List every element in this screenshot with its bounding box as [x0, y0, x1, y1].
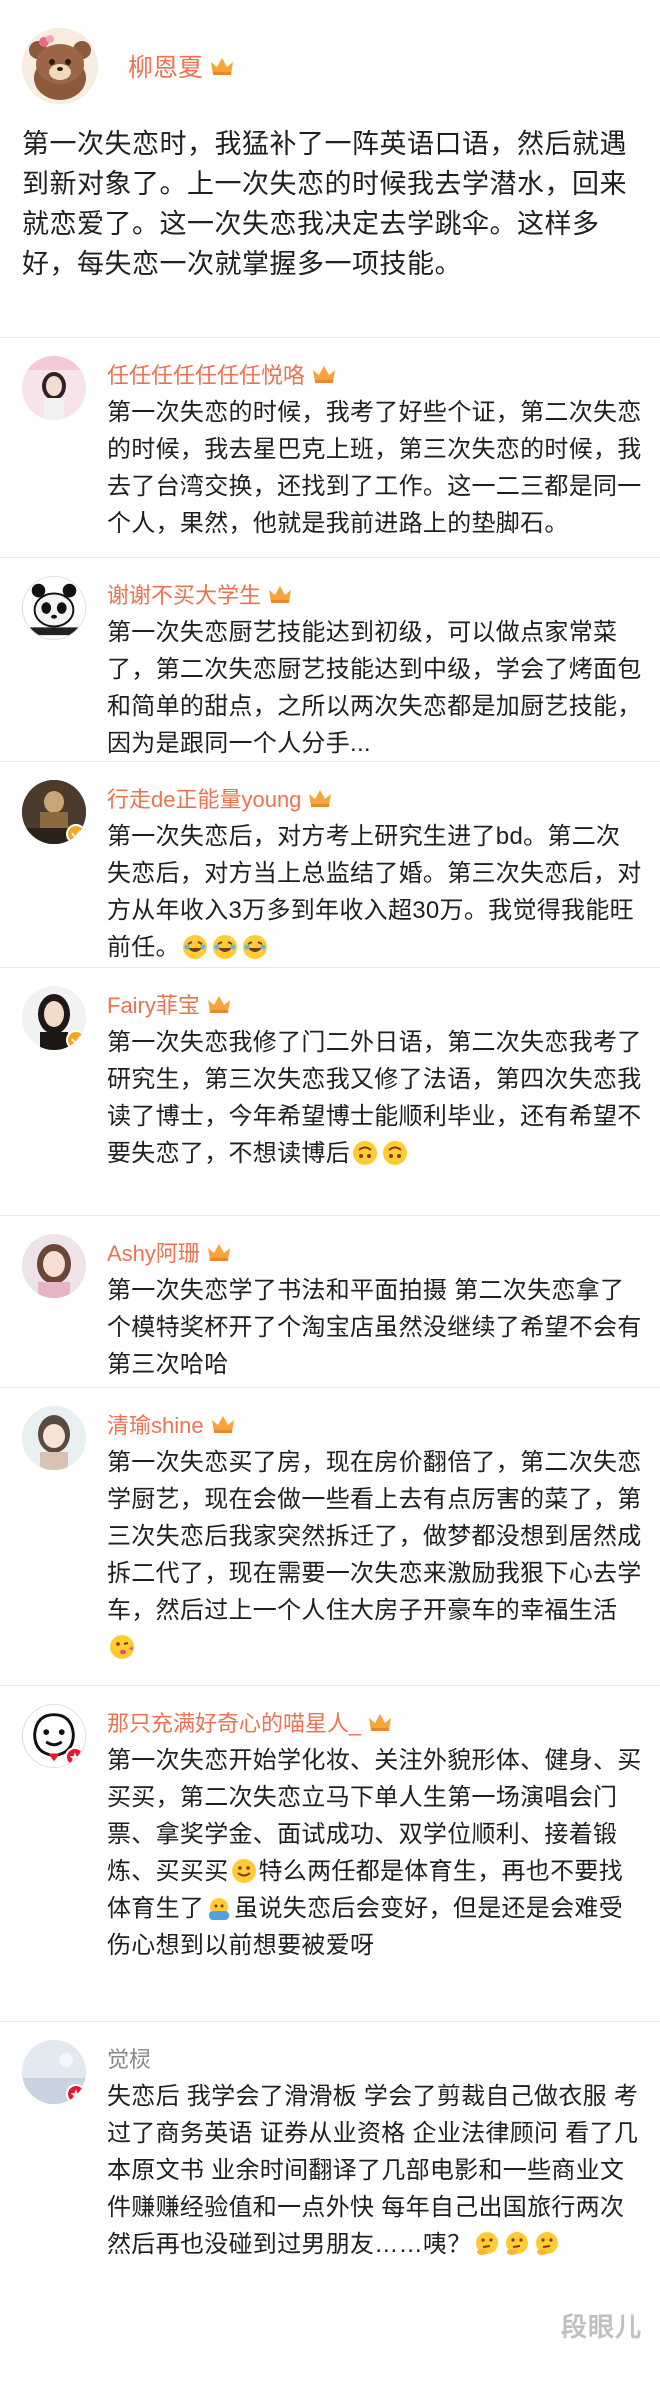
bear-avatar-icon — [22, 28, 98, 104]
comment-text: 第一次失恋学了书法和平面拍摄 第二次失恋拿了个模特奖杯开了个淘宝店虽然没继续了希… — [107, 1277, 642, 1378]
comment-username[interactable]: Fairy菲宝 — [107, 968, 642, 1022]
thinking-face-emoji-icon — [534, 2231, 560, 2257]
comment-username-text[interactable]: 觉棂 — [107, 2042, 151, 2074]
main-post: 柳恩夏 第一次失恋时，我猛补了一阵英语口语，然后就遇到新对象了。上一次失恋的时候… — [0, 0, 660, 338]
post-body: 第一次失恋时，我猛补了一阵英语口语，然后就遇到新对象了。上一次失恋的时候我去学潜… — [22, 129, 627, 279]
post-header: 柳恩夏 — [22, 16, 640, 116]
watermark: 段眼儿 — [560, 2312, 642, 2342]
comment-username[interactable]: 行走de正能量young — [107, 762, 642, 816]
comment-text: 第一次失恋厨艺技能达到初级，可以做点家常菜了，第二次失恋厨艺技能达到中级，学会了… — [107, 619, 642, 757]
verified-badge-icon — [66, 824, 86, 844]
comment-username-text[interactable]: Ashy阿珊 — [107, 1236, 200, 1268]
avatar[interactable] — [22, 1704, 86, 1768]
verified-badge-icon — [65, 1747, 85, 1767]
member-crown-icon — [367, 1711, 393, 1733]
thinking-face-emoji-icon — [504, 2231, 530, 2257]
comment-username-text[interactable]: 任任任任任任任悦咯 — [107, 358, 305, 390]
girl-avatar-icon — [22, 1234, 86, 1298]
weibo-comment-thread: 柳恩夏 第一次失恋时，我猛补了一阵英语口语，然后就遇到新对象了。上一次失恋的时候… — [0, 0, 660, 2390]
avatar[interactable] — [22, 986, 86, 1050]
girl-avatar-icon — [22, 356, 86, 420]
post-username[interactable]: 柳恩夏 — [128, 48, 235, 84]
member-crown-icon — [206, 993, 232, 1015]
comment-username[interactable]: 那只充满好奇心的喵星人_ — [107, 1686, 642, 1740]
illustrated-girl-avatar-icon — [22, 1406, 86, 1470]
member-crown-icon — [206, 1241, 232, 1263]
comment-item: Ashy阿珊 第一次失恋学了书法和平面拍摄 第二次失恋拿了个模特奖杯开了个淘宝店… — [0, 1216, 660, 1388]
avatar[interactable] — [22, 1406, 86, 1470]
post-username-text[interactable]: 柳恩夏 — [128, 48, 203, 84]
member-crown-icon — [210, 1413, 236, 1435]
comment-username-text[interactable]: Fairy菲宝 — [107, 988, 200, 1020]
avatar[interactable] — [22, 1234, 86, 1298]
comment-text: 第一次失恋我修了门二外日语，第二次失恋我考了研究生，第三次失恋我又修了法语，第四… — [107, 1024, 642, 1172]
comment-username[interactable]: 谢谢不买大学生 — [107, 558, 642, 612]
laughing-tears-emoji-icon — [182, 934, 208, 960]
upside-down-face-emoji-icon — [382, 1140, 408, 1166]
avatar[interactable] — [22, 780, 86, 844]
member-crown-icon — [209, 55, 235, 77]
laughing-tears-emoji-icon — [242, 934, 268, 960]
comment-username-text[interactable]: 谢谢不买大学生 — [107, 578, 261, 610]
comment-item: 谢谢不买大学生 第一次失恋厨艺技能达到初级，可以做点家常菜了，第二次失恋厨艺技能… — [0, 558, 660, 762]
verified-badge-icon — [66, 2084, 86, 2104]
smile-emoji-icon — [231, 1858, 257, 1884]
upside-down-face-emoji-icon — [352, 1140, 378, 1166]
comment-item: Fairy菲宝 第一次失恋我修了门二外日语，第二次失恋我考了研究生，第三次失恋我… — [0, 968, 660, 1216]
comment-username-text[interactable]: 清瑜shine — [107, 1408, 204, 1440]
comment-text: 失恋后 我学会了滑滑板 学会了剪裁自己做衣服 考过了商务英语 证券从业资格 企业… — [107, 2078, 642, 2263]
verified-badge-icon — [66, 1030, 86, 1050]
comment-text-body: 第一次失恋买了房，现在房价翻倍了，第二次失恋学厨艺，现在会做一些看上去有点厉害的… — [107, 1449, 642, 1624]
laughing-tears-emoji-icon — [212, 934, 238, 960]
comment-username-text[interactable]: 行走de正能量young — [107, 782, 301, 814]
comment-item: 觉棂 失恋后 我学会了滑滑板 学会了剪裁自己做衣服 考过了商务英语 证券从业资格… — [0, 2022, 660, 2358]
comment-username[interactable]: 任任任任任任任悦咯 — [107, 338, 642, 392]
comment-text: 第一次失恋买了房，现在房价翻倍了，第二次失恋学厨艺，现在会做一些看上去有点厉害的… — [107, 1444, 642, 1666]
comment-text: 第一次失恋后，对方考上研究生进了bd。第二次失恋后，对方当上总监结了婚。第三次失… — [107, 818, 642, 966]
facepalm-emoji-icon — [206, 1895, 232, 1921]
comment-username-text[interactable]: 那只充满好奇心的喵星人_ — [107, 1706, 361, 1738]
comment-username[interactable]: 觉棂 — [107, 2022, 642, 2076]
member-crown-icon — [307, 787, 333, 809]
avatar[interactable] — [22, 356, 86, 420]
avatar[interactable] — [22, 28, 98, 104]
comment-username[interactable]: 清瑜shine — [107, 1388, 642, 1442]
kissing-face-emoji-icon — [109, 1634, 135, 1660]
comment-item: 那只充满好奇心的喵星人_ 第一次失恋开始学化妆、关注外貌形体、健身、买买买，第二… — [0, 1686, 660, 2022]
member-crown-icon — [311, 363, 337, 385]
comment-username[interactable]: Ashy阿珊 — [107, 1216, 642, 1270]
panda-avatar-icon — [23, 577, 85, 639]
avatar[interactable] — [22, 576, 86, 640]
thinking-face-emoji-icon — [474, 2231, 500, 2257]
comment-item: 任任任任任任任悦咯 第一次失恋的时候，我考了好些个证，第二次失恋的时候，我去星巴… — [0, 338, 660, 558]
member-crown-icon — [267, 583, 293, 605]
comment-text: 第一次失恋开始学化妆、关注外貌形体、健身、买买买，第二次失恋立马下单人生第一场演… — [107, 1742, 642, 1964]
comment-item: 清瑜shine 第一次失恋买了房，现在房价翻倍了，第二次失恋学厨艺，现在会做一些… — [0, 1388, 660, 1686]
comment-text: 第一次失恋的时候，我考了好些个证，第二次失恋的时候，我去星巴克上班，第三次失恋的… — [107, 399, 642, 537]
comment-item: 行走de正能量young 第一次失恋后，对方考上研究生进了bd。第二次失恋后，对… — [0, 762, 660, 968]
avatar[interactable] — [22, 2040, 86, 2104]
